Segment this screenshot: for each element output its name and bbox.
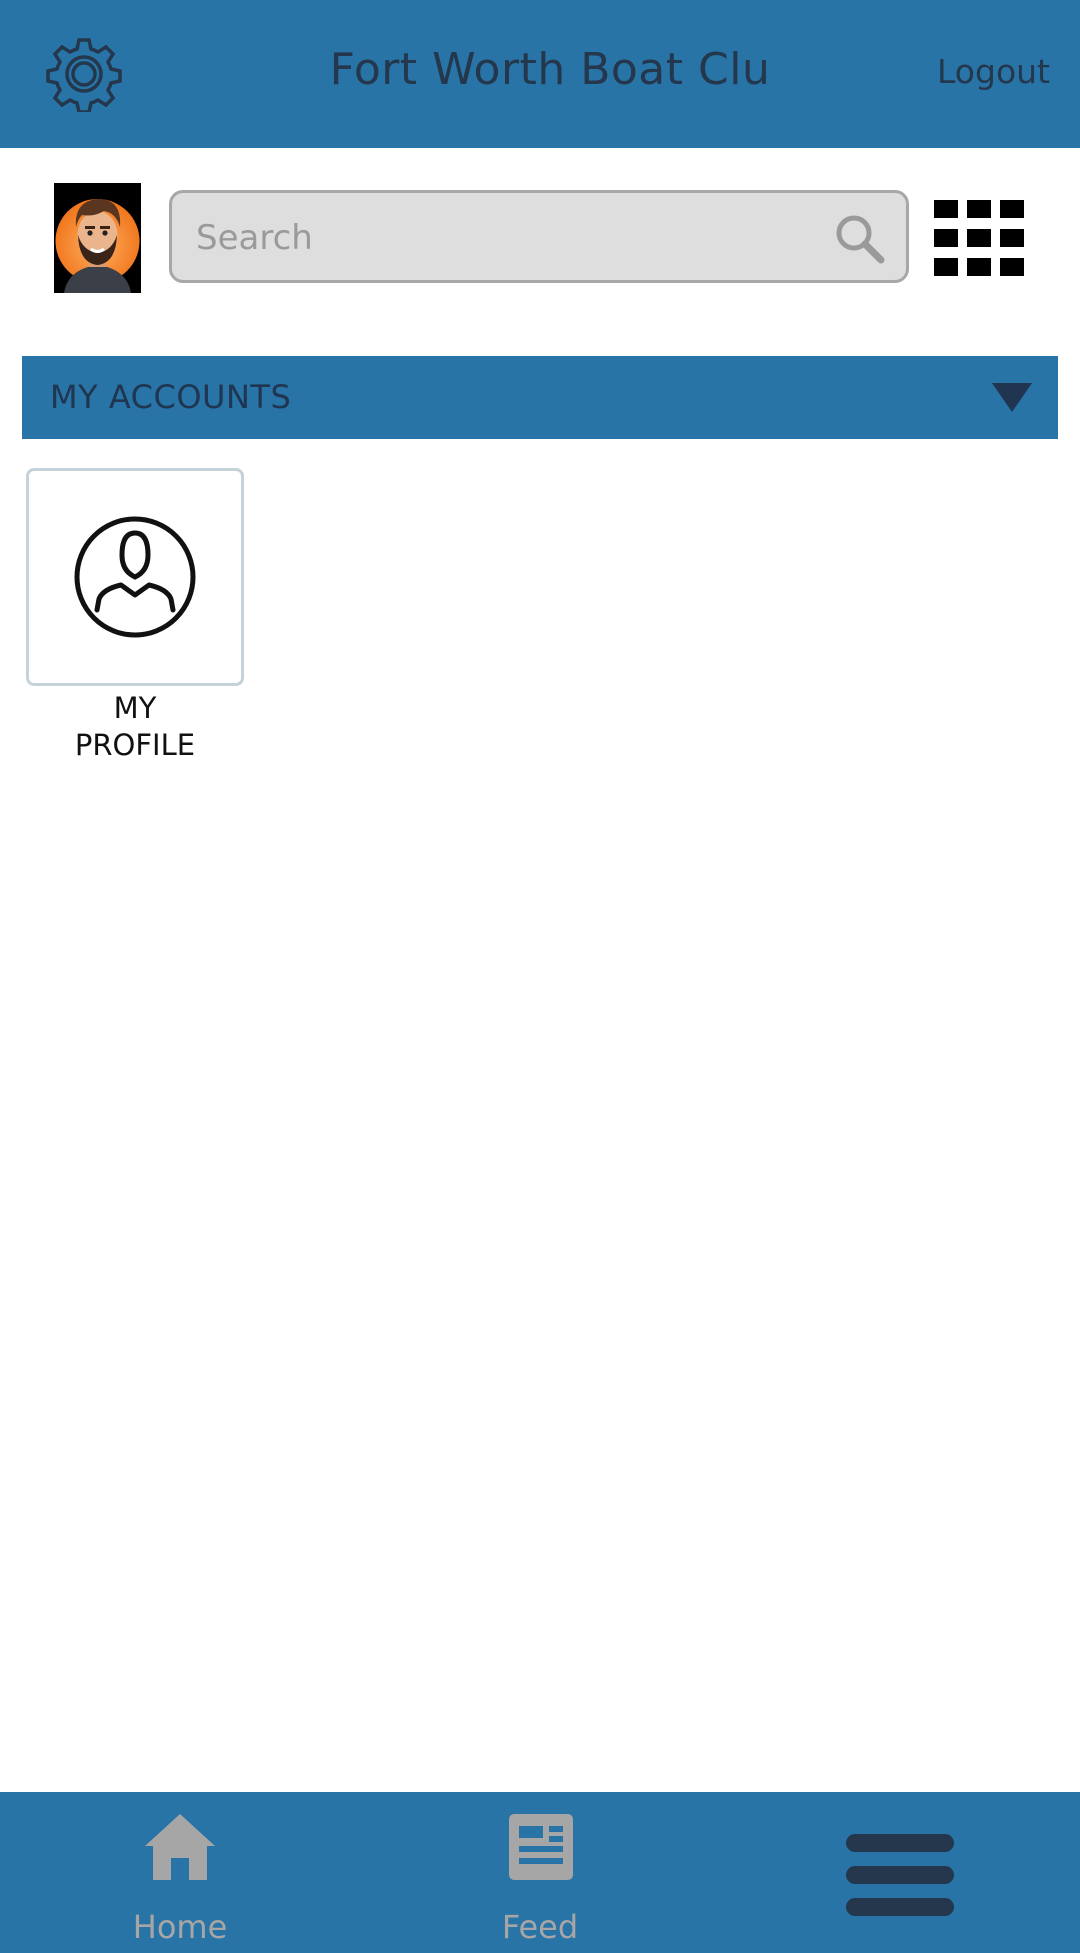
user-circle-icon: [74, 516, 196, 638]
home-icon: [145, 1814, 215, 1880]
nav-menu[interactable]: [830, 1792, 970, 1953]
my-profile-tile[interactable]: [26, 468, 244, 686]
hamburger-menu-icon: [846, 1834, 954, 1916]
tile-label-line-1: MY: [113, 691, 157, 725]
bottom-nav: Home Feed: [0, 1792, 1080, 1953]
apps-grid-icon[interactable]: [934, 200, 1026, 276]
app-screen: Fort Worth Boat Clu Logout Search MY ACC…: [0, 0, 1080, 1953]
accordion-label: MY ACCOUNTS: [50, 378, 292, 416]
top-header: Fort Worth Boat Clu Logout: [0, 0, 1080, 148]
search-icon[interactable]: [832, 211, 886, 265]
avatar[interactable]: [54, 183, 141, 293]
nav-home[interactable]: Home: [100, 1792, 260, 1953]
newspaper-icon: [509, 1814, 573, 1880]
logout-button[interactable]: Logout: [937, 52, 1050, 91]
nav-feed-label: Feed: [501, 1908, 579, 1946]
my-profile-label: MY PROFILE: [26, 690, 244, 764]
gear-icon[interactable]: [46, 36, 122, 112]
nav-home-label: Home: [132, 1908, 228, 1946]
nav-feed[interactable]: Feed: [460, 1792, 620, 1953]
search-bar: [169, 190, 909, 283]
caret-down-icon[interactable]: [992, 383, 1032, 412]
tile-label-line-2: PROFILE: [74, 728, 196, 762]
search-input[interactable]: [194, 193, 778, 282]
my-accounts-accordion[interactable]: MY ACCOUNTS: [22, 356, 1058, 439]
page-title: Fort Worth Boat Clu: [329, 44, 771, 95]
